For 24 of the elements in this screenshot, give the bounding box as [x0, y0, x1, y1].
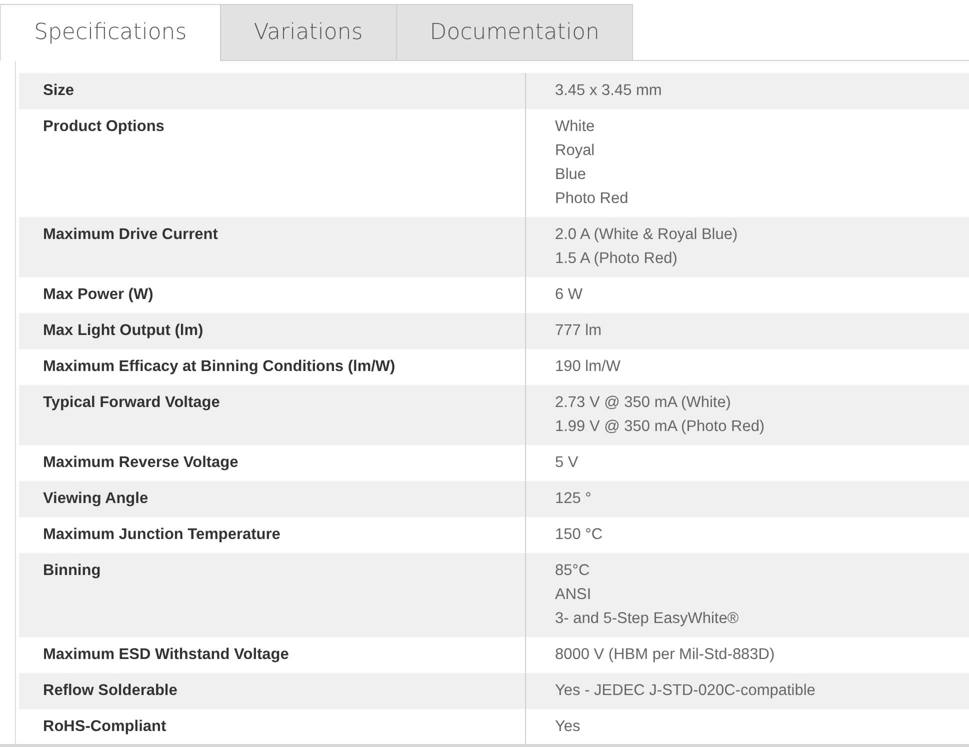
spec-value: 1.5 A (Photo Red): [555, 249, 678, 269]
tab[interactable]: Specifications: [0, 4, 221, 61]
tab[interactable]: Variations: [220, 4, 397, 61]
spec-value: 3.45 x 3.45 mm: [555, 81, 662, 101]
spec-value: 190 lm/W: [555, 357, 620, 377]
spec-value: 2.73 V @ 350 mA (White): [555, 393, 731, 413]
spec-value: 150 °C: [555, 525, 603, 545]
spec-value: ANSI: [555, 585, 592, 605]
spec-value: Photo Red: [555, 189, 628, 209]
spec-value: 2.0 A (White & Royal Blue): [555, 225, 738, 245]
spec-value: Blue: [555, 165, 586, 185]
spec-value: 6 W: [555, 285, 583, 305]
spec-value: 1.99 V @ 350 mA (Photo Red): [555, 417, 765, 437]
spec-value: Royal: [555, 141, 595, 161]
spec-value: Yes - JEDEC J-STD-020C-compatible: [555, 681, 816, 701]
spec-value: 85°C: [555, 561, 590, 581]
spec-value: 8000 V (HBM per Mil-Std-883D): [555, 645, 775, 665]
spec-value: 777 lm: [555, 321, 602, 341]
spec-value: 3- and 5-Step EasyWhite®: [555, 609, 739, 629]
spec-value: 5 V: [555, 453, 578, 473]
spec-value: Yes: [555, 717, 580, 737]
spec-value: 125 °: [555, 489, 592, 509]
spec-value: White: [555, 117, 595, 137]
tab[interactable]: Documentation: [396, 4, 634, 61]
